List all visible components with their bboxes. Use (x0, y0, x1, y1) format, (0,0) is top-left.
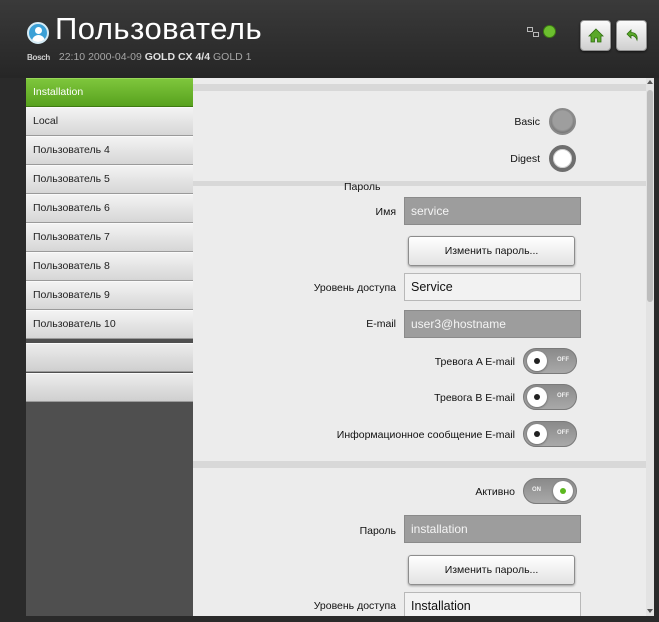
access-level-label: Уровень доступа (313, 600, 396, 612)
alarm-b-email-label: Тревога B E-mail (434, 392, 515, 404)
page-title: Пользователь (55, 11, 263, 46)
sidebar-item-local[interactable]: Local (26, 107, 193, 136)
vertical-scrollbar[interactable] (646, 78, 654, 616)
scroll-down-icon[interactable] (647, 609, 653, 613)
toggle-state: OFF (557, 357, 569, 363)
toggle-state: OFF (557, 393, 569, 399)
toggle-state: ON (532, 487, 541, 493)
change-password-button[interactable]: Изменить пароль... (408, 236, 575, 266)
back-button[interactable] (616, 20, 647, 51)
sidebar-item-user-8[interactable]: Пользователь 8 (26, 252, 193, 281)
section-divider (193, 461, 646, 468)
active-toggle[interactable]: ON (523, 478, 577, 504)
alarm-b-email-toggle[interactable]: OFF (523, 384, 577, 410)
back-icon (626, 29, 638, 42)
home-button[interactable] (580, 20, 611, 51)
sidebar-item-empty[interactable] (26, 343, 193, 372)
digest-label: Digest (510, 153, 540, 165)
status-line: Bosch 22:10 2000-04-09 GOLD CX 4/4 GOLD … (27, 50, 252, 64)
sidebar-item-installation[interactable]: Installation (26, 78, 193, 107)
sidebar-item-empty[interactable] (26, 373, 193, 402)
sidebar-item-user-5[interactable]: Пользователь 5 (26, 165, 193, 194)
name-label: Имя (375, 206, 396, 218)
sidebar-item-user-7[interactable]: Пользователь 7 (26, 223, 193, 252)
user-list-sidebar: Installation Local Пользователь 4 Пользо… (26, 78, 193, 616)
user-status-icon (543, 25, 556, 38)
password-label: Пароль (359, 525, 396, 537)
name-field[interactable]: service (404, 197, 581, 225)
network-icon (527, 27, 541, 38)
access-level-field[interactable]: Service (404, 273, 581, 301)
sidebar-item-user-6[interactable]: Пользователь 6 (26, 194, 193, 223)
toggle-state: OFF (557, 430, 569, 436)
email-field[interactable]: user3@hostname (404, 310, 581, 338)
access-level-field[interactable]: Installation (404, 592, 581, 616)
password-section-label: Пароль (344, 181, 381, 193)
basic-label: Basic (514, 116, 540, 128)
sidebar-item-user-4[interactable]: Пользователь 4 (26, 136, 193, 165)
section-divider (193, 181, 646, 186)
digest-radio[interactable] (549, 145, 576, 172)
info-email-toggle[interactable]: OFF (523, 421, 577, 447)
basic-radio[interactable] (549, 108, 576, 135)
scroll-up-icon[interactable] (647, 80, 653, 84)
alarm-a-email-label: Тревога A E-mail (434, 356, 515, 368)
info-email-label: Информационное сообщение E-mail (336, 429, 515, 441)
date-readout: 2000-04-09 (88, 51, 142, 63)
time-readout: 22:10 (58, 51, 86, 63)
sidebar-item-user-10[interactable]: Пользователь 10 (26, 310, 193, 339)
section-divider (193, 84, 646, 91)
home-icon (588, 28, 604, 43)
scroll-thumb[interactable] (647, 90, 653, 302)
active-label: Активно (475, 486, 515, 498)
device-name: GOLD CX 4/4 (144, 51, 211, 63)
password-field[interactable]: installation (404, 515, 581, 543)
user-settings-panel: Basic Digest Пароль Имя service Изменить… (193, 78, 653, 616)
alarm-a-email-toggle[interactable]: OFF (523, 348, 577, 374)
user-avatar-icon (27, 22, 49, 44)
brand-logo: Bosch (27, 53, 50, 62)
email-label: E-mail (366, 318, 396, 330)
sidebar-item-user-9[interactable]: Пользователь 9 (26, 281, 193, 310)
header-bar: Пользователь Bosch 22:10 2000-04-09 GOLD… (0, 0, 659, 78)
access-level-label: Уровень доступа (313, 282, 396, 294)
unit-name: GOLD 1 (213, 51, 252, 63)
change-password-button[interactable]: Изменить пароль... (408, 555, 575, 585)
